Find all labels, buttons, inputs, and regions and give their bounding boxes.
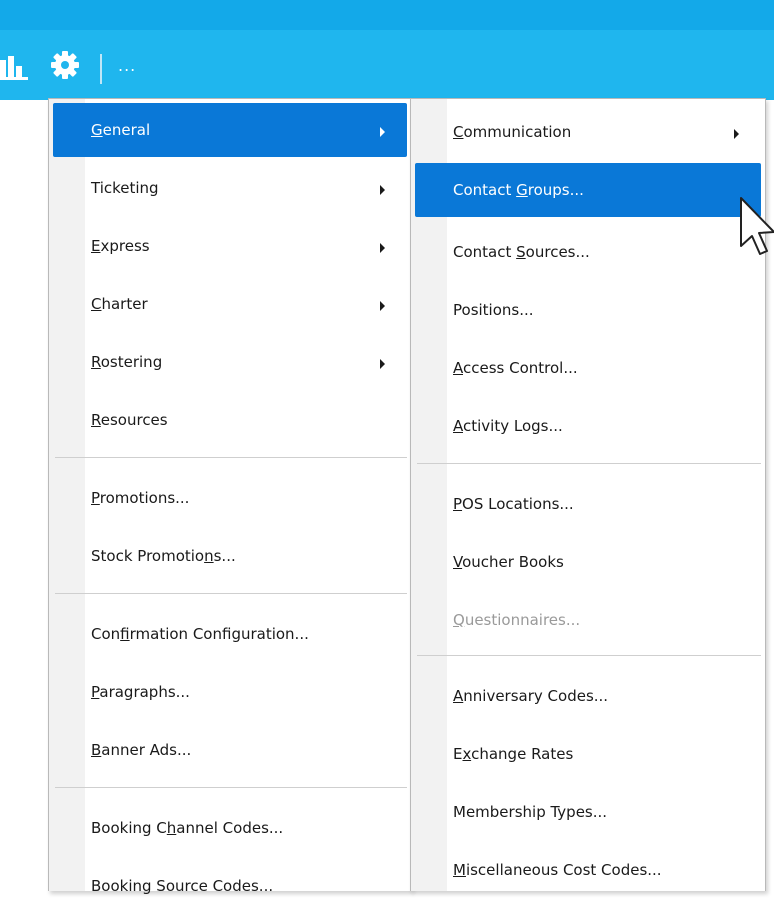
main-menu-item-booking-source-codes[interactable]: Booking Source Codes... xyxy=(53,859,407,913)
bar-chart-icon[interactable] xyxy=(0,54,30,80)
submenu-item-contact-sources[interactable]: Contact Sources... xyxy=(415,225,761,279)
gear-icon[interactable] xyxy=(50,50,80,80)
general-submenu: Communication Contact Groups... Contact So… xyxy=(410,98,766,891)
menu-item-label: Access Control... xyxy=(453,359,578,377)
submenu-item-questionnaires: Questionnaires... xyxy=(415,593,761,647)
menu-item-label: Stock Promotions... xyxy=(91,547,236,565)
menu-item-label: Resources xyxy=(91,411,168,429)
menu-item-label: Promotions... xyxy=(91,489,190,507)
menu-item-label: Express xyxy=(91,237,150,255)
toolbar: ... xyxy=(0,0,774,100)
main-menu-item-promotions[interactable]: Promotions... xyxy=(53,471,407,525)
menu-item-label: Membership Types... xyxy=(453,803,608,821)
menu-item-label: Confirmation Configuration... xyxy=(91,625,309,643)
main-menu-item-paragraphs[interactable]: Paragraphs... xyxy=(53,665,407,719)
submenu-item-access-control[interactable]: Access Control... xyxy=(415,341,761,395)
menu-separator xyxy=(55,787,407,788)
menu-item-label: Paragraphs... xyxy=(91,683,190,701)
submenu-item-voucher-books[interactable]: Voucher Books xyxy=(415,535,761,589)
submenu-arrow-icon xyxy=(380,185,385,195)
toolbar-top-band xyxy=(0,0,774,30)
submenu-item-pos-locations[interactable]: POS Locations... xyxy=(415,477,761,531)
menu-item-label: Voucher Books xyxy=(453,553,564,571)
submenu-arrow-icon xyxy=(380,301,385,311)
menu-separator xyxy=(55,593,407,594)
submenu-item-miscellaneous-cost-codes[interactable]: Miscellaneous Cost Codes... xyxy=(415,843,761,897)
menu-item-label: Banner Ads... xyxy=(91,741,192,759)
main-menu-item-rostering[interactable]: Rostering xyxy=(53,335,407,389)
menu-item-label: General xyxy=(91,121,151,139)
menu-item-label: Contact Sources... xyxy=(453,243,590,261)
submenu-item-membership-types[interactable]: Membership Types... xyxy=(415,785,761,839)
more-button[interactable]: ... xyxy=(118,56,136,75)
menu-item-label: Exchange Rates xyxy=(453,745,574,763)
submenu-item-exchange-rates[interactable]: Exchange Rates xyxy=(415,727,761,781)
submenu-arrow-icon xyxy=(380,127,385,137)
menu-item-label: Rostering xyxy=(91,353,163,371)
menu-item-label: Contact Groups... xyxy=(453,181,584,199)
submenu-item-anniversary-codes[interactable]: Anniversary Codes... xyxy=(415,669,761,723)
submenu-item-contact-groups[interactable]: Contact Groups... xyxy=(415,163,761,217)
main-menu-item-banner-ads[interactable]: Banner Ads... xyxy=(53,723,407,777)
submenu-arrow-icon xyxy=(734,129,739,139)
menu-item-label: Activity Logs... xyxy=(453,417,563,435)
main-menu: General Ticketing Express Charter Rostering R… xyxy=(48,98,412,895)
menu-item-label: Communication xyxy=(453,123,572,141)
menu-item-label: Booking Channel Codes... xyxy=(91,819,284,837)
menu-separator xyxy=(55,457,407,458)
menu-separator xyxy=(417,463,761,464)
menu-item-label: Charter xyxy=(91,295,148,313)
main-menu-item-express[interactable]: Express xyxy=(53,219,407,273)
submenu-arrow-icon xyxy=(380,359,385,369)
main-menu-item-charter[interactable]: Charter xyxy=(53,277,407,331)
submenu-item-activity-logs[interactable]: Activity Logs... xyxy=(415,399,761,453)
menu-item-label: Miscellaneous Cost Codes... xyxy=(453,861,662,879)
submenu-item-communication[interactable]: Communication xyxy=(415,105,761,159)
menu-item-label: Positions... xyxy=(453,301,534,319)
mouse-pointer-icon xyxy=(740,197,774,255)
main-menu-item-resources[interactable]: Resources xyxy=(53,393,407,447)
main-menu-item-stock-promotions[interactable]: Stock Promotions... xyxy=(53,529,407,583)
menu-item-label: Questionnaires... xyxy=(453,611,581,629)
submenu-item-positions[interactable]: Positions... xyxy=(415,283,761,337)
toolbar-separator xyxy=(100,54,102,84)
submenu-arrow-icon xyxy=(380,243,385,253)
menu-separator xyxy=(417,655,761,656)
main-menu-item-confirmation-configuration[interactable]: Confirmation Configuration... xyxy=(53,607,407,661)
menu-item-label: POS Locations... xyxy=(453,495,574,513)
main-menu-item-general[interactable]: General xyxy=(53,103,407,157)
menu-item-label: Ticketing xyxy=(91,179,159,197)
main-menu-item-booking-channel-codes[interactable]: Booking Channel Codes... xyxy=(53,801,407,855)
menu-item-label: Anniversary Codes... xyxy=(453,687,609,705)
menu-item-label: Booking Source Codes... xyxy=(91,877,274,895)
main-menu-item-ticketing[interactable]: Ticketing xyxy=(53,161,407,215)
